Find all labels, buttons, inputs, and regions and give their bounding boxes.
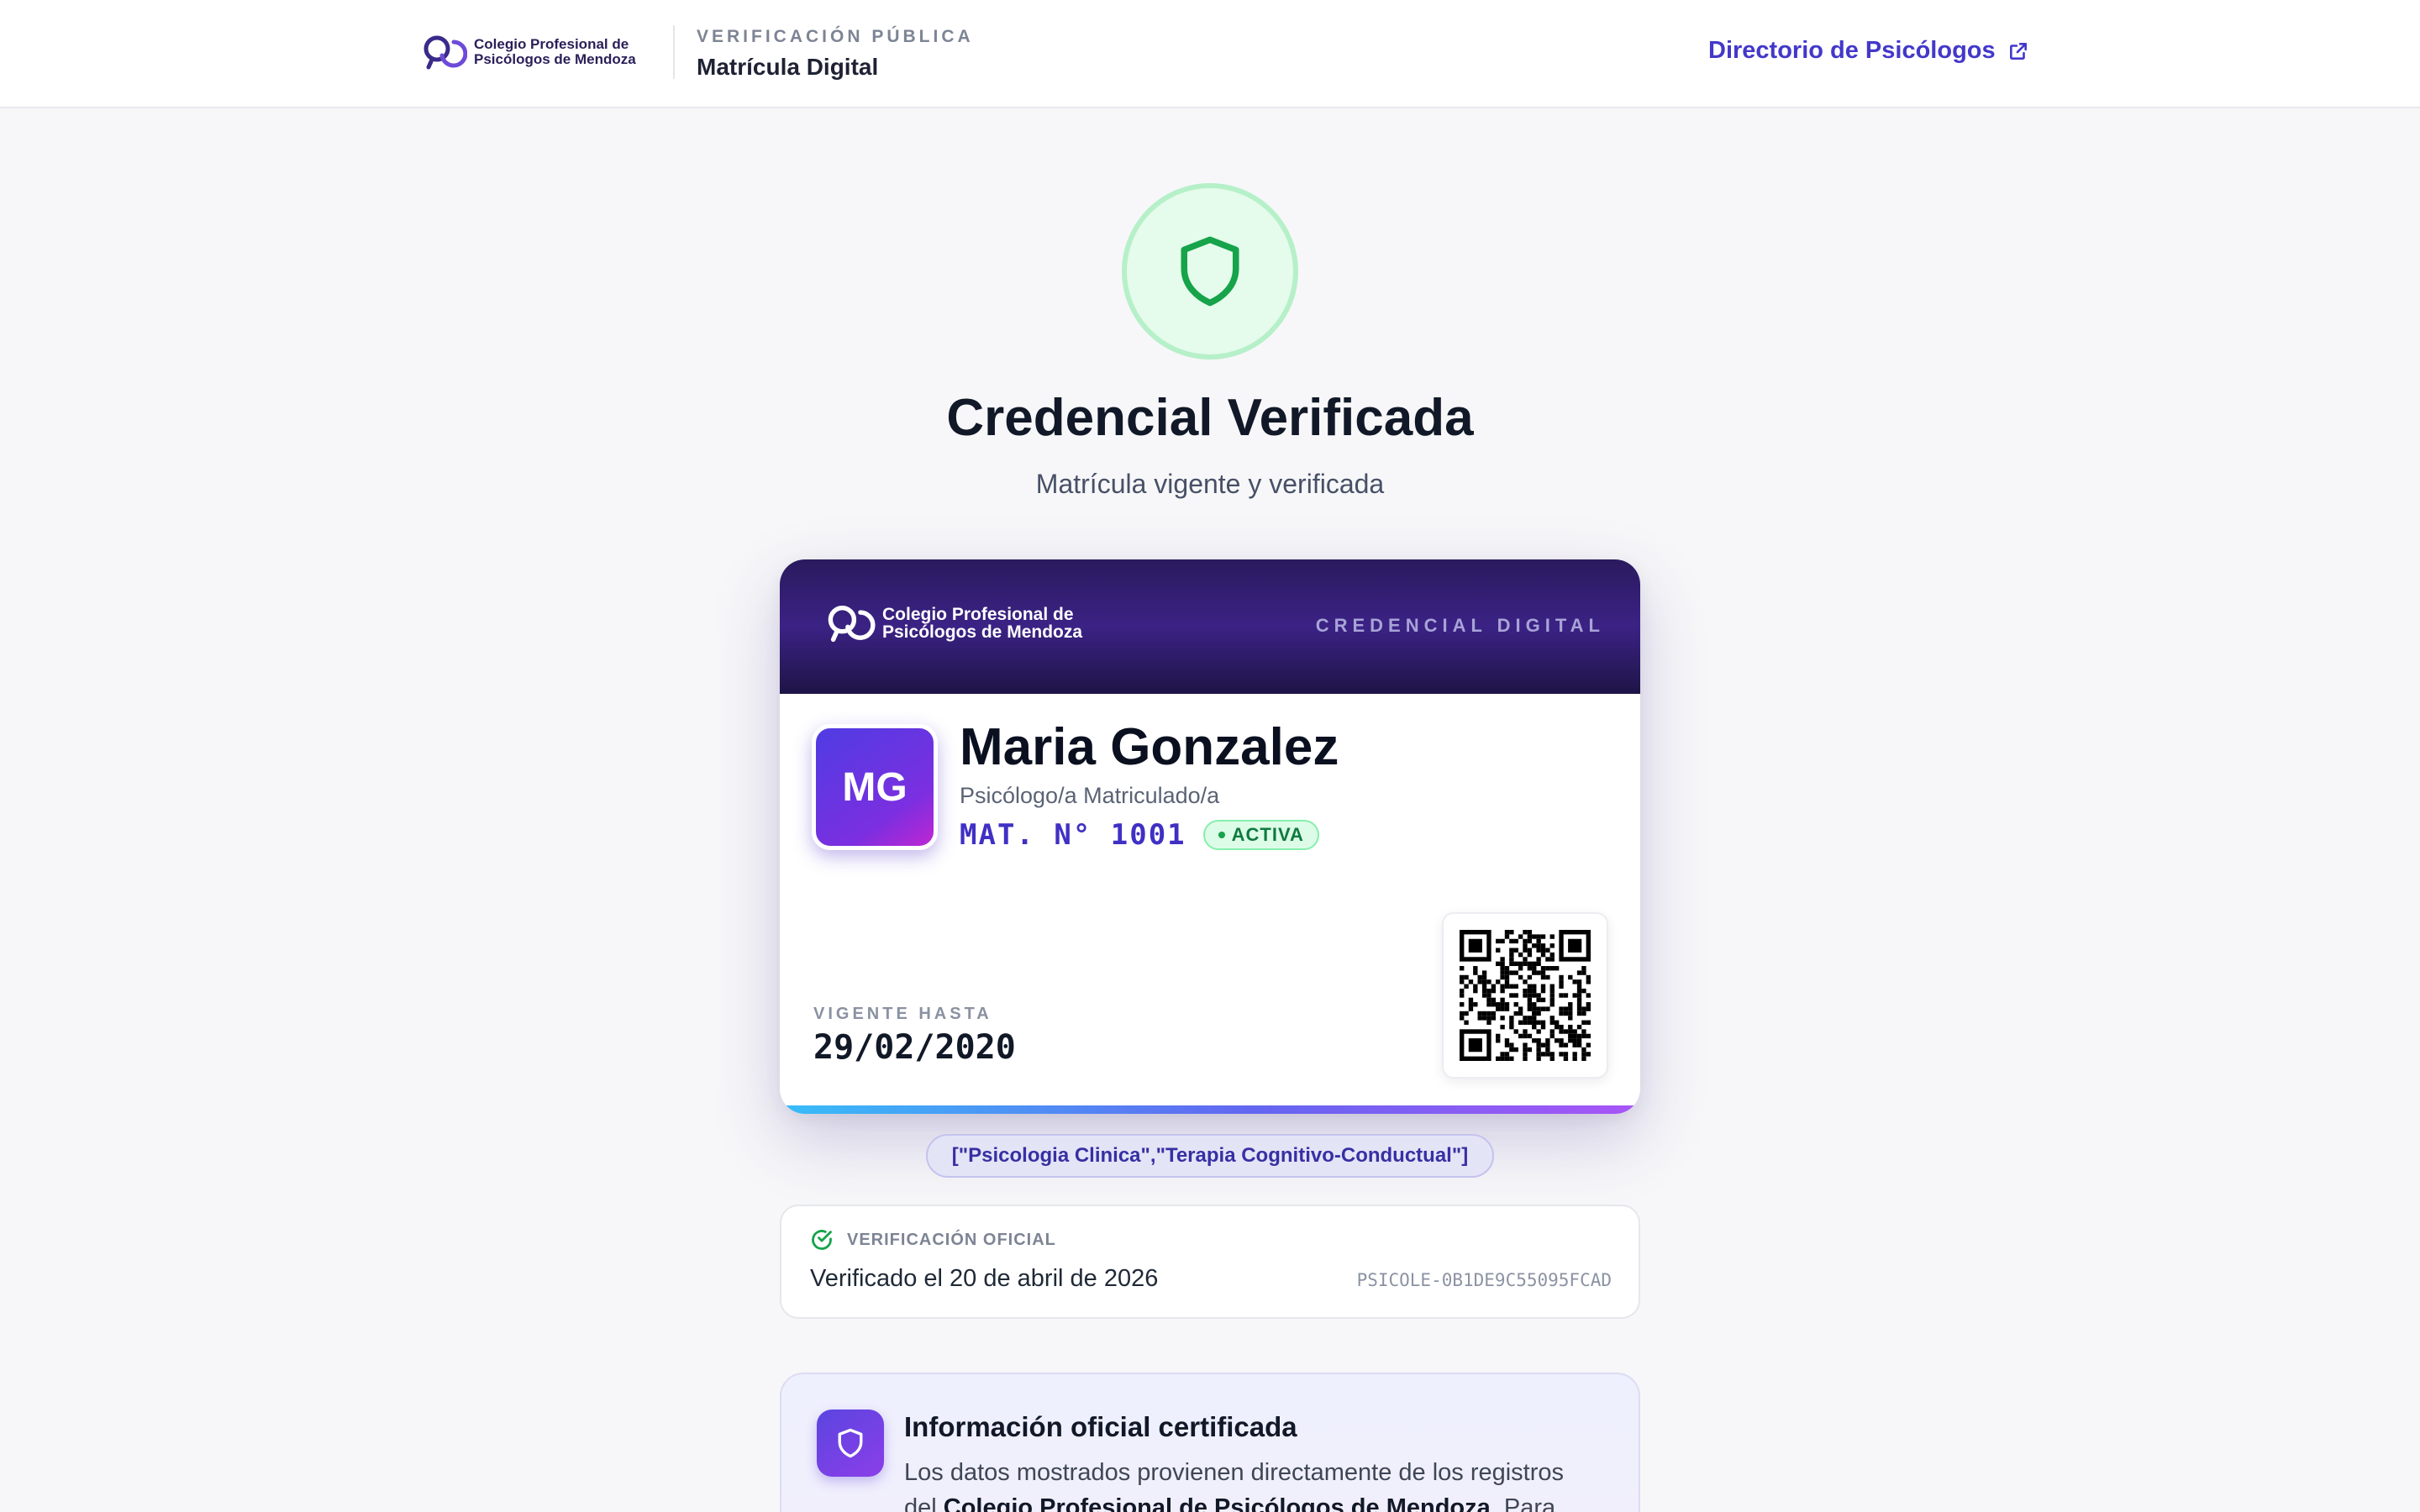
- matricula-number: MAT. N° 1001: [960, 818, 1186, 852]
- verification-date: Verificado el 20 de abril de 2026: [810, 1265, 1159, 1292]
- card-org-line-2: Psicólogos de Mendoza: [882, 622, 1083, 642]
- verified-shield-badge: [1122, 183, 1298, 360]
- top-bar: Colegio Profesional de Psicólogos de Men…: [0, 0, 2420, 108]
- brand-line-1: Colegio Profesional de: [474, 36, 629, 52]
- info-title: Información oficial certificada: [904, 1411, 1297, 1442]
- card-header: Colegio Profesional de Psicólogos de Men…: [780, 559, 1640, 694]
- valid-until-label: VIGENTE HASTA: [813, 1005, 992, 1023]
- official-verification: VERIFICACIÓN OFICIAL Verificado el 20 de…: [780, 1205, 1640, 1319]
- header-section: VERIFICACIÓN PÚBLICA Matrícula Digital: [697, 27, 974, 81]
- card-org: Colegio Profesional de Psicólogos de Men…: [822, 600, 1082, 647]
- card-org-line-1: Colegio Profesional de: [882, 605, 1074, 624]
- shield-icon: [1181, 236, 1239, 307]
- shield-icon: [838, 1428, 863, 1458]
- card-org-name: Colegio Profesional de Psicólogos de Men…: [882, 606, 1082, 641]
- college-logo-icon: [424, 35, 467, 70]
- official-info-box: Información oficial certificada Los dato…: [780, 1373, 1640, 1512]
- info-text-end: . Para: [1490, 1494, 1556, 1512]
- person-name: Maria Gonzalez: [960, 718, 1339, 776]
- matricula-row: MAT. N° 1001 ACTIVA: [960, 818, 1319, 852]
- specialties-chip: ["Psicologia Clinica","Terapia Cognitivo…: [926, 1134, 1494, 1178]
- card-accent-bar: [780, 1105, 1640, 1114]
- qr-code[interactable]: [1442, 912, 1608, 1079]
- verification-code: PSICOLE-0B1DE9C55095FCAD: [1356, 1270, 1612, 1290]
- verification-label: VERIFICACIÓN OFICIAL: [847, 1230, 1056, 1249]
- brand-name: Colegio Profesional de Psicólogos de Men…: [474, 37, 636, 67]
- directory-link[interactable]: Directorio de Psicólogos: [1708, 37, 2029, 65]
- verification-header: VERIFICACIÓN OFICIAL: [810, 1228, 1056, 1252]
- qr-code-icon: [1460, 930, 1591, 1061]
- credential-card: Colegio Profesional de Psicólogos de Men…: [780, 559, 1640, 1114]
- card-type-label: CREDENCIAL DIGITAL: [1315, 615, 1605, 636]
- status-badge: ACTIVA: [1202, 820, 1319, 850]
- college-logo-icon: [828, 606, 876, 643]
- status-label: ACTIVA: [1231, 824, 1304, 845]
- header-title: Matrícula Digital: [697, 54, 879, 80]
- info-shield-badge: [817, 1410, 884, 1477]
- check-circle-icon: [812, 1230, 832, 1250]
- header-kicker: VERIFICACIÓN PÚBLICA: [697, 27, 974, 46]
- header-divider: [673, 25, 675, 79]
- valid-until-date: 29/02/2020: [813, 1028, 1016, 1067]
- status-dot-icon: [1218, 832, 1225, 838]
- brand-line-2: Psicólogos de Mendoza: [474, 51, 636, 67]
- external-link-icon: [2009, 42, 2027, 60]
- page-subtitle: Matrícula vigente y verificada: [1035, 469, 1385, 499]
- person-role: Psicólogo/a Matriculado/a: [960, 783, 1220, 808]
- directory-link-label: Directorio de Psicólogos: [1708, 37, 1996, 64]
- info-text: Los datos mostrados provienen directamen…: [904, 1455, 1602, 1512]
- brand[interactable]: Colegio Profesional de Psicólogos de Men…: [420, 30, 636, 74]
- avatar: MG: [812, 724, 938, 850]
- page-title: Credencial Verificada: [946, 389, 1474, 447]
- info-text-org: Colegio Profesional de Psicólogos de Men…: [943, 1494, 1491, 1512]
